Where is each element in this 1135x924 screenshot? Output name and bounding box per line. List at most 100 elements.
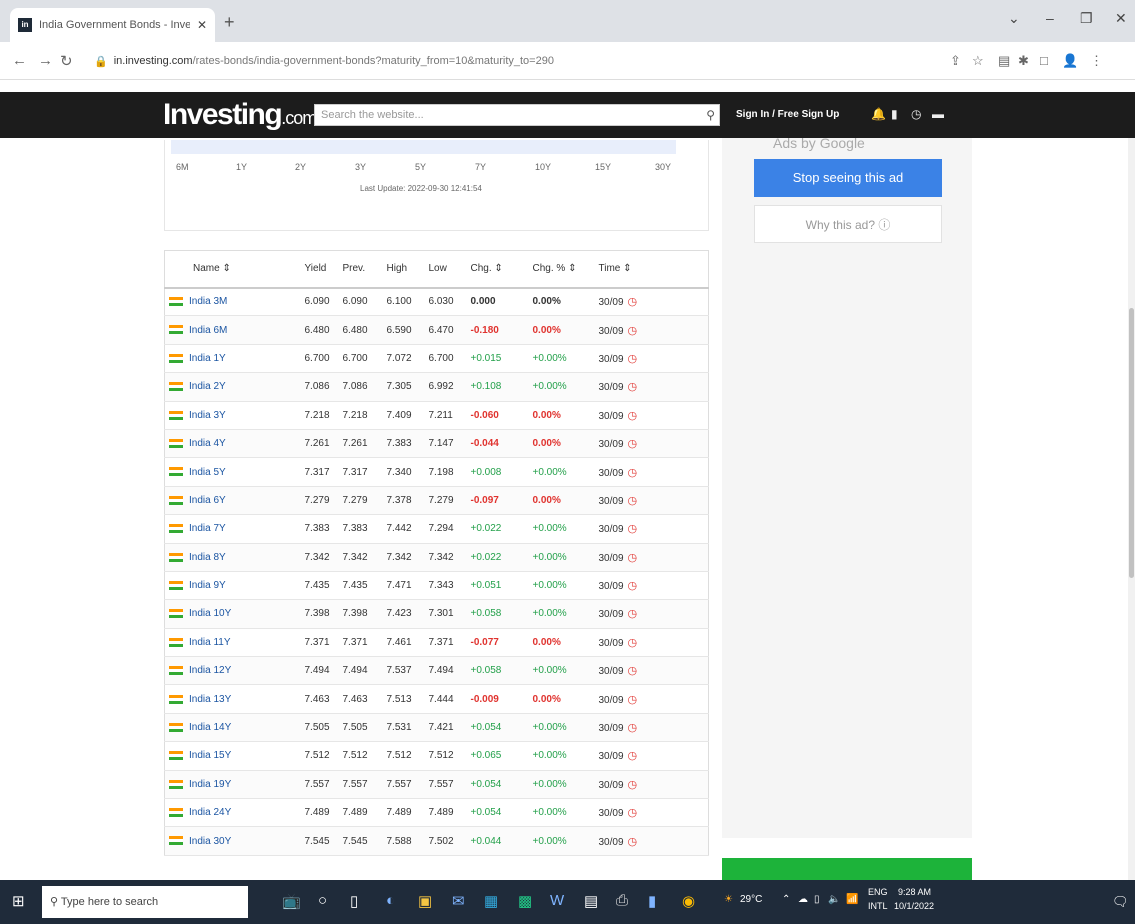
- investing-logo[interactable]: Investing.com: [163, 98, 317, 132]
- close-window-icon[interactable]: ✕: [1115, 10, 1127, 27]
- bond-name-link[interactable]: India 13Y: [189, 694, 231, 705]
- bond-name-cell[interactable]: India 2Y: [164, 372, 301, 402]
- battery-icon[interactable]: ▯: [814, 894, 820, 905]
- col-chgp[interactable]: Chg. % ⇕: [528, 250, 595, 289]
- bond-name-cell[interactable]: India 14Y: [164, 713, 301, 743]
- minimize-icon[interactable]: –: [1046, 10, 1054, 26]
- col-name[interactable]: Name ⇕: [164, 250, 301, 289]
- bond-name-cell[interactable]: India 15Y: [164, 741, 301, 771]
- printer-icon[interactable]: ⎙: [616, 892, 628, 909]
- col-time[interactable]: Time ⇕: [594, 250, 709, 289]
- col-high[interactable]: High: [382, 250, 425, 289]
- bond-name-cell[interactable]: India 1Y: [164, 344, 301, 374]
- bond-name-link[interactable]: India 11Y: [189, 637, 231, 648]
- bond-name-cell[interactable]: India 6Y: [164, 486, 301, 516]
- col-prev[interactable]: Prev.: [338, 250, 383, 289]
- bond-name-link[interactable]: India 30Y: [189, 836, 231, 847]
- back-icon[interactable]: ←: [12, 52, 27, 69]
- mail-icon[interactable]: ✉: [452, 892, 465, 910]
- notifications-icon[interactable]: 🗨: [1112, 894, 1129, 910]
- taskbar-search[interactable]: ⚲ Type here to search: [42, 886, 248, 918]
- restore-icon[interactable]: ❐: [1080, 10, 1093, 27]
- bond-name-link[interactable]: India 6M: [189, 325, 227, 336]
- close-tab-icon[interactable]: ✕: [197, 18, 207, 32]
- bond-name-link[interactable]: India 2Y: [189, 381, 226, 392]
- scrollbar-thumb[interactable]: [1129, 308, 1134, 578]
- bond-name-cell[interactable]: India 8Y: [164, 543, 301, 572]
- promo-green-button[interactable]: [722, 858, 972, 880]
- bond-name-link[interactable]: India 8Y: [189, 552, 226, 563]
- bond-name-link[interactable]: India 5Y: [189, 467, 226, 478]
- reload-icon[interactable]: ↻: [60, 52, 73, 70]
- bond-name-cell[interactable]: India 3Y: [164, 401, 301, 430]
- bookmark-star-icon[interactable]: ☆: [972, 53, 984, 69]
- tv-app-icon[interactable]: 📺: [282, 892, 301, 910]
- lang-bottom[interactable]: INTL: [868, 901, 888, 911]
- language-flag-icon[interactable]: ▬: [932, 107, 944, 121]
- notification-bell-icon[interactable]: 🔔: [871, 107, 886, 121]
- share-icon[interactable]: ⇪: [950, 53, 961, 69]
- edge-icon[interactable]: ◐: [386, 892, 395, 909]
- volume-icon[interactable]: 🔈: [828, 894, 840, 905]
- bond-name-cell[interactable]: India 24Y: [164, 798, 301, 828]
- portfolio-icon[interactable]: ▮: [891, 107, 898, 121]
- weather-temp[interactable]: 29°C: [740, 894, 762, 905]
- col-low[interactable]: Low: [424, 250, 467, 289]
- site-search-input[interactable]: Search the website... ⚲: [314, 104, 720, 126]
- new-tab-icon[interactable]: +: [224, 12, 235, 33]
- bond-name-link[interactable]: India 3M: [189, 296, 227, 307]
- signin-link[interactable]: Sign In / Free Sign Up: [736, 109, 839, 120]
- bond-name-cell[interactable]: India 7Y: [164, 514, 301, 544]
- tray-expand-icon[interactable]: ⌃: [782, 894, 790, 905]
- bond-name-link[interactable]: India 3Y: [189, 410, 226, 421]
- url-field[interactable]: 🔒 in.investing.com/rates-bonds/india-gov…: [94, 50, 934, 72]
- bond-name-cell[interactable]: India 10Y: [164, 599, 301, 629]
- weather-icon[interactable]: ☀: [724, 894, 733, 905]
- bond-name-link[interactable]: India 6Y: [189, 495, 226, 506]
- clock-time[interactable]: 9:28 AM: [898, 887, 931, 897]
- bond-name-cell[interactable]: India 6M: [164, 315, 301, 345]
- search-icon[interactable]: ⚲: [706, 108, 715, 122]
- cloud-icon[interactable]: ☁: [798, 894, 808, 905]
- profile-icon[interactable]: 👤: [1062, 53, 1078, 69]
- word-icon[interactable]: W: [550, 892, 564, 909]
- bond-name-cell[interactable]: India 19Y: [164, 770, 301, 800]
- bond-name-link[interactable]: India 24Y: [189, 807, 231, 818]
- tab-search-icon[interactable]: ⌄: [1008, 10, 1020, 27]
- lang-top[interactable]: ENG: [868, 887, 888, 897]
- menu-icon[interactable]: ⋮: [1090, 53, 1103, 69]
- network-icon[interactable]: 📶: [846, 894, 858, 905]
- bond-name-cell[interactable]: India 5Y: [164, 457, 301, 487]
- col-yield[interactable]: Yield: [300, 250, 339, 289]
- clock-date[interactable]: 10/1/2022: [894, 901, 934, 911]
- bond-name-link[interactable]: India 19Y: [189, 779, 231, 790]
- bond-name-cell[interactable]: India 11Y: [164, 628, 301, 658]
- windows-start-icon[interactable]: ⊞: [12, 892, 25, 910]
- bond-name-link[interactable]: India 7Y: [189, 523, 226, 534]
- forward-icon[interactable]: →: [38, 52, 53, 69]
- bond-name-cell[interactable]: India 13Y: [164, 684, 301, 714]
- sidebar-icon[interactable]: □: [1040, 53, 1048, 68]
- bond-name-link[interactable]: India 12Y: [189, 665, 231, 676]
- puzzle-icon[interactable]: ✱: [1018, 53, 1029, 69]
- app-icon[interactable]: ▮: [648, 892, 656, 910]
- bond-name-cell[interactable]: India 4Y: [164, 429, 301, 459]
- chrome-icon[interactable]: ◉: [682, 892, 695, 910]
- page-scrollbar[interactable]: [1128, 138, 1135, 880]
- clock-icon[interactable]: ◷: [911, 107, 921, 121]
- bond-name-cell[interactable]: India 9Y: [164, 571, 301, 601]
- bond-name-cell[interactable]: India 3M: [164, 287, 301, 317]
- col-chg[interactable]: Chg. ⇕: [466, 250, 529, 289]
- bond-name-link[interactable]: India 10Y: [189, 608, 231, 619]
- cortana-icon[interactable]: ○: [318, 892, 327, 909]
- bond-name-link[interactable]: India 4Y: [189, 438, 226, 449]
- bond-name-link[interactable]: India 1Y: [189, 353, 226, 364]
- stop-seeing-ad-button[interactable]: Stop seeing this ad: [754, 159, 942, 197]
- why-this-ad-button[interactable]: Why this ad? ⓘ: [754, 205, 942, 243]
- browser-tab[interactable]: in India Government Bonds - Inves ✕: [10, 8, 215, 42]
- notepad-icon[interactable]: ▤: [584, 892, 598, 910]
- task-view-icon[interactable]: ▯: [350, 892, 358, 910]
- excel-icon[interactable]: ▩: [518, 892, 532, 910]
- bond-name-cell[interactable]: India 30Y: [164, 826, 301, 856]
- bond-name-cell[interactable]: India 12Y: [164, 656, 301, 686]
